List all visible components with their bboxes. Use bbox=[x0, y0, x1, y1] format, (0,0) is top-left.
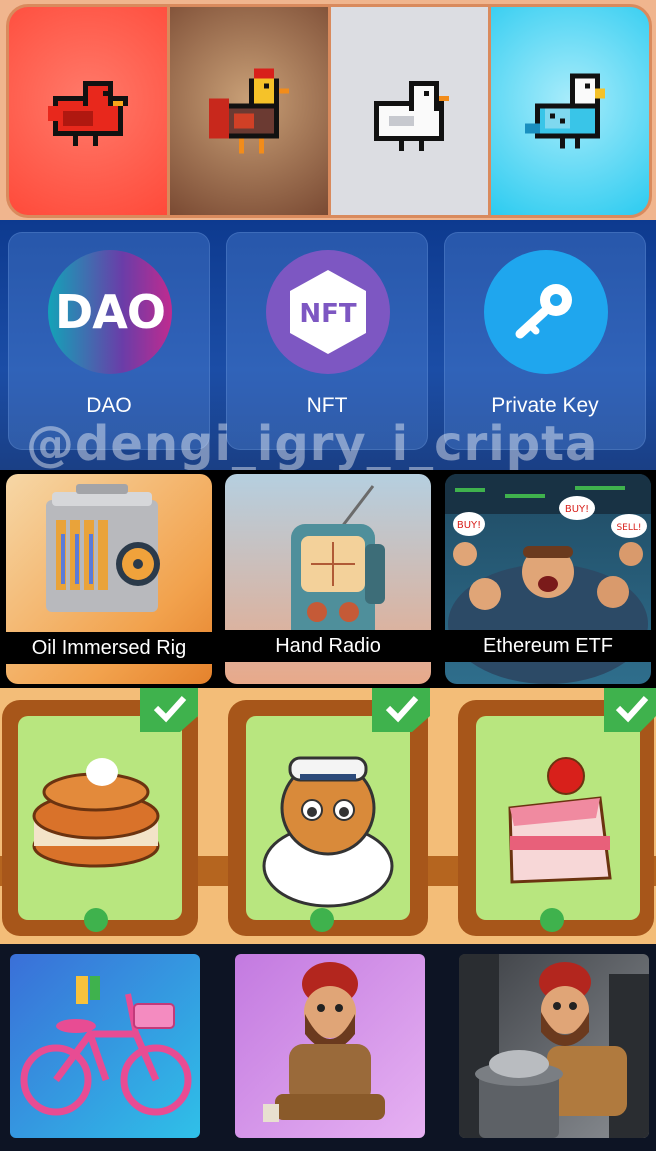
cafe-card-captain-cat[interactable] bbox=[228, 688, 430, 936]
ethereum-etf-card[interactable]: BUY! BUY! SELL! Ethereum ETF bbox=[445, 474, 651, 684]
ethereum-etf-caption: Ethereum ETF bbox=[445, 630, 651, 662]
bird-card-blue[interactable] bbox=[491, 7, 649, 215]
oil-rig-caption: Oil Immersed Rig bbox=[6, 632, 212, 664]
bird-selector-section bbox=[0, 0, 656, 220]
private-key-icon bbox=[484, 250, 608, 374]
nft-icon-text: NFT bbox=[299, 299, 357, 329]
bottom-items-section bbox=[0, 944, 656, 1151]
dao-icon-text: DAO bbox=[55, 285, 166, 339]
nft-hexagon-icon: NFT bbox=[290, 270, 366, 354]
homeless-man-sitting-image bbox=[263, 962, 385, 1122]
homeless-sitting-card[interactable] bbox=[235, 954, 425, 1138]
cafe-items-section bbox=[0, 688, 656, 944]
bird-card-strip bbox=[6, 4, 652, 218]
rooster-icon bbox=[208, 68, 289, 154]
pink-bicycle-image bbox=[20, 976, 192, 1116]
red-bird-icon bbox=[47, 81, 128, 146]
white-bird-icon bbox=[374, 81, 450, 151]
hand-radio-card[interactable]: Hand Radio bbox=[225, 474, 431, 684]
bird-card-red[interactable] bbox=[9, 7, 167, 215]
key-icon bbox=[515, 284, 572, 339]
dao-icon: DAO bbox=[48, 250, 172, 374]
etf-sign-3: SELL! bbox=[616, 523, 641, 533]
bird-card-white[interactable] bbox=[330, 7, 489, 215]
upgrade-items-section: Oil Immersed Rig Hand Radio BUY! BUY! SE… bbox=[0, 470, 656, 688]
watermark-text: @dengi_igry_i_cripta bbox=[26, 416, 599, 470]
dao-label: DAO bbox=[86, 394, 132, 417]
cafe-card-strawberry-cake[interactable] bbox=[458, 688, 656, 936]
blue-parakeet-icon bbox=[525, 73, 606, 149]
homeless-trash-card[interactable] bbox=[459, 954, 649, 1138]
cafe-scene bbox=[0, 688, 656, 944]
oil-rig-card[interactable]: Oil Immersed Rig bbox=[6, 474, 212, 684]
nft-icon: NFT bbox=[266, 250, 390, 374]
private-key-label: Private Key bbox=[491, 394, 599, 417]
etf-sign-1: BUY! bbox=[457, 520, 481, 531]
cafe-card-pancakes[interactable] bbox=[2, 688, 198, 936]
bicycle-card[interactable] bbox=[10, 954, 200, 1138]
etf-sign-2: BUY! bbox=[565, 504, 589, 515]
homeless-man-trash-image bbox=[459, 954, 649, 1138]
hand-radio-caption: Hand Radio bbox=[225, 630, 431, 662]
nft-label: NFT bbox=[306, 394, 348, 417]
bird-card-rooster[interactable] bbox=[169, 7, 328, 215]
crypto-cards-section: DAO DAO NFT NFT Private Key @dengi_igry_… bbox=[0, 220, 656, 470]
